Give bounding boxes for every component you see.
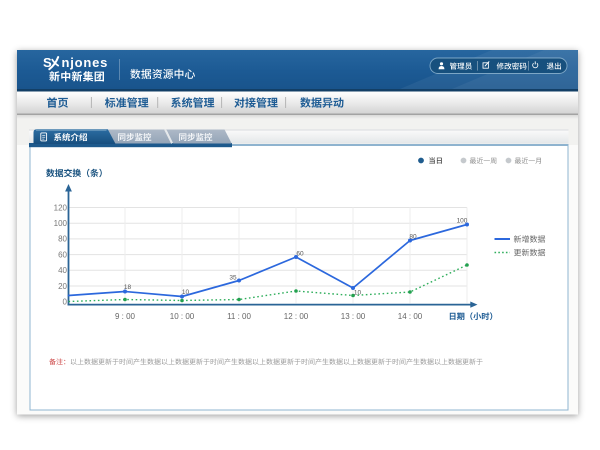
svg-text:njones: njones: [62, 55, 109, 70]
svg-text:100: 100: [457, 217, 468, 224]
svg-text:9 : 00: 9 : 00: [115, 312, 136, 321]
svg-text:60: 60: [58, 250, 67, 259]
svg-text:35: 35: [229, 275, 237, 282]
svg-text:12 : 00: 12 : 00: [284, 312, 309, 321]
svg-text:13 : 00: 13 : 00: [341, 312, 366, 321]
svg-text:10: 10: [182, 289, 190, 296]
svg-text:80: 80: [58, 235, 67, 244]
svg-text:11 : 00: 11 : 00: [227, 312, 251, 321]
svg-text:100: 100: [54, 219, 68, 228]
svg-text:40: 40: [58, 266, 67, 275]
svg-text:0: 0: [63, 298, 68, 307]
svg-text:14 : 00: 14 : 00: [398, 312, 423, 321]
svg-text:20: 20: [58, 282, 67, 291]
svg-text:10: 10: [354, 290, 362, 297]
svg-text:60: 60: [296, 251, 304, 258]
svg-text:120: 120: [54, 203, 68, 212]
svg-text:80: 80: [409, 233, 417, 240]
svg-text:18: 18: [124, 284, 132, 291]
svg-text:10 : 00: 10 : 00: [170, 312, 195, 321]
